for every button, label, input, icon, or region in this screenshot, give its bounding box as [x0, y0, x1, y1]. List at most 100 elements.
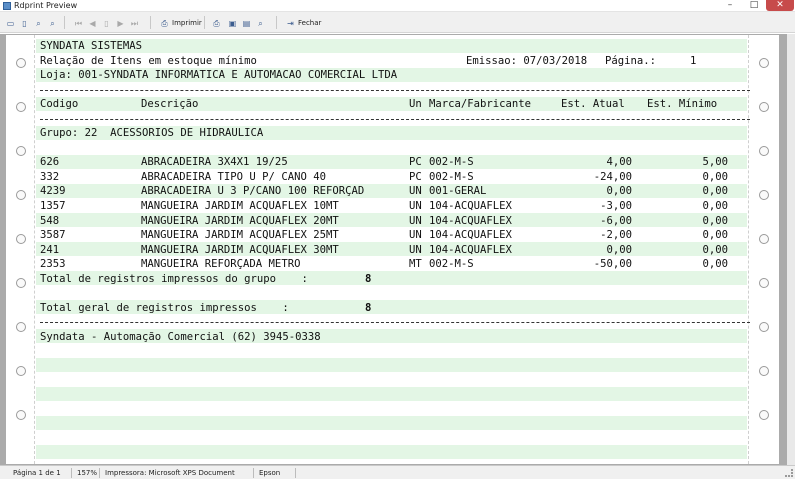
tractor-hole — [16, 410, 26, 420]
tractor-hole — [16, 322, 26, 332]
table-row: 332 ABRACADEIRA TIPO U P/ CANO 40 PC 002… — [40, 170, 750, 185]
row-description: MANGUEIRA JARDIM ACQUAFLEX 20MT — [141, 214, 339, 227]
first-page-button[interactable]: ⏮ — [74, 17, 83, 29]
page-width-button[interactable]: ▯ — [20, 17, 29, 29]
save-button[interactable]: ▣ — [228, 17, 237, 29]
row-min-stock: 0,00 — [702, 200, 728, 213]
row-unit: PC — [409, 170, 422, 183]
row-unit: UN — [409, 229, 422, 242]
row-brand: 001-GERAL — [429, 185, 487, 198]
open-button[interactable]: ▤ — [242, 17, 251, 29]
row-code: 241 — [40, 243, 60, 256]
printer-setup-icon: ⎙ — [213, 18, 220, 28]
close-window-button[interactable]: ✕ — [766, 0, 794, 11]
exit-icon: ⇥ — [287, 18, 294, 28]
preview-area: SYNDATA SISTEMAS Relação de Itens em est… — [0, 34, 795, 465]
tractor-hole — [759, 322, 769, 332]
group-line: Grupo: 22 ACESSORIOS DE HIDRAULICA — [40, 127, 264, 140]
page-number: 1 — [690, 54, 697, 67]
col-code-header: Codigo — [40, 98, 79, 111]
dashed-rule — [40, 118, 750, 120]
table-row: 4239 ABRACADEIRA U 3 P/CANO 100 REFORÇAD… — [40, 184, 750, 199]
row-unit: PC — [409, 156, 422, 169]
zoom-out-button[interactable]: ⌕ — [48, 17, 57, 29]
row-description: MANGUEIRA REFORÇADA METRO — [141, 258, 301, 271]
row-brand: 002-M-S — [429, 258, 474, 271]
tractor-hole — [16, 146, 26, 156]
dashed-rule — [40, 89, 750, 91]
vertical-scrollbar[interactable] — [787, 34, 795, 465]
page-count-button[interactable]: ▯ — [102, 17, 111, 29]
printer-icon: ⎙ — [161, 18, 168, 28]
find-button[interactable]: ⌕ — [256, 17, 265, 29]
close-preview-label: Fechar — [298, 19, 322, 27]
tractor-hole — [16, 102, 26, 112]
zoom-in-icon: ⌕ — [36, 18, 41, 28]
column-header-row: Codigo Descrição Un Marca/Fabricante Est… — [40, 97, 750, 112]
report-line — [40, 141, 750, 156]
single-page-button[interactable]: ▭ — [6, 17, 15, 29]
grand-total-value: 8 — [365, 301, 372, 314]
paper-band — [36, 445, 747, 459]
next-page-button[interactable]: ▶ — [116, 17, 125, 29]
save-icon: ▣ — [228, 18, 237, 28]
issue-date: Emissao: 07/03/2018 — [466, 54, 588, 67]
row-min-stock: 0,00 — [702, 185, 728, 198]
print-label: Imprimir — [172, 19, 202, 27]
tractor-holes-left — [6, 35, 36, 464]
tractor-hole — [16, 278, 26, 288]
last-page-button[interactable]: ⏭ — [130, 17, 139, 29]
row-code: 548 — [40, 214, 60, 227]
table-row: 548 MANGUEIRA JARDIM ACQUAFLEX 20MT UN 1… — [40, 214, 750, 229]
row-code: 626 — [40, 156, 60, 169]
report-footer: Syndata - Automação Comercial (62) 3945-… — [40, 330, 321, 343]
tractor-hole — [16, 234, 26, 244]
row-unit: UN — [409, 214, 422, 227]
row-unit: MT — [409, 258, 422, 271]
report-line — [40, 315, 750, 330]
paper-band — [36, 387, 747, 401]
pages-icon: ▯ — [104, 18, 109, 28]
report-line: Relação de Itens em estoque mínimo Emiss… — [40, 54, 750, 69]
setup-button[interactable]: ⎙ — [212, 17, 221, 29]
first-page-icon: ⏮ — [74, 18, 83, 28]
close-preview-button[interactable]: ⇥ Fechar — [286, 17, 321, 29]
table-row: 2353 MANGUEIRA REFORÇADA METRO MT 002-M-… — [40, 257, 750, 272]
row-brand: 104-ACQUAFLEX — [429, 200, 512, 213]
tractor-hole — [16, 366, 26, 376]
window-title: Rdprint Preview — [14, 1, 78, 10]
report-line — [40, 286, 750, 301]
table-row: 626 ABRACADEIRA 3X4X1 19/25 PC 002-M-S 4… — [40, 155, 750, 170]
tractor-hole — [759, 58, 769, 68]
row-brand: 002-M-S — [429, 156, 474, 169]
print-button[interactable]: ⎙ Imprimir — [160, 17, 202, 29]
tractor-hole — [759, 190, 769, 200]
tractor-hole — [759, 410, 769, 420]
row-code: 332 — [40, 170, 60, 183]
row-min-stock: 0,00 — [702, 243, 728, 256]
col-brand-header: Marca/Fabricante — [429, 98, 532, 111]
row-unit: UN — [409, 185, 422, 198]
report-line — [40, 83, 750, 98]
previous-page-button[interactable]: ◀ — [88, 17, 97, 29]
report-line: Syndata - Automação Comercial (62) 3945-… — [40, 330, 750, 345]
status-bar: Página 1 de 1 157% Impressora: Microsoft… — [0, 465, 795, 479]
tractor-hole — [16, 58, 26, 68]
tractor-holes-right — [749, 35, 779, 464]
row-brand: 104-ACQUAFLEX — [429, 243, 512, 256]
title-bar: Rdprint Preview – □ ✕ — [0, 0, 795, 12]
row-min-stock: 0,00 — [702, 229, 728, 242]
toolbar-separator — [204, 16, 205, 29]
maximize-button[interactable]: □ — [742, 0, 766, 11]
group-total-label: Total de registros impressos do grupo : — [40, 272, 308, 285]
row-unit: UN — [409, 200, 422, 213]
toolbar: ▭ ▯ ⌕ ⌕ ⏮ ◀ ▯ ▶ ⏭ ⎙ Imprimir ⎙ ▣ ▤ ⌕ ⇥ F… — [0, 12, 795, 33]
single-page-icon: ▭ — [6, 18, 15, 28]
minimize-button[interactable]: – — [718, 0, 742, 11]
tractor-hole — [759, 146, 769, 156]
zoom-out-icon: ⌕ — [50, 18, 55, 28]
toolbar-separator — [64, 16, 65, 29]
page-label: Página.: — [605, 54, 657, 67]
zoom-in-button[interactable]: ⌕ — [34, 17, 43, 29]
resize-grip-icon[interactable] — [785, 469, 793, 477]
